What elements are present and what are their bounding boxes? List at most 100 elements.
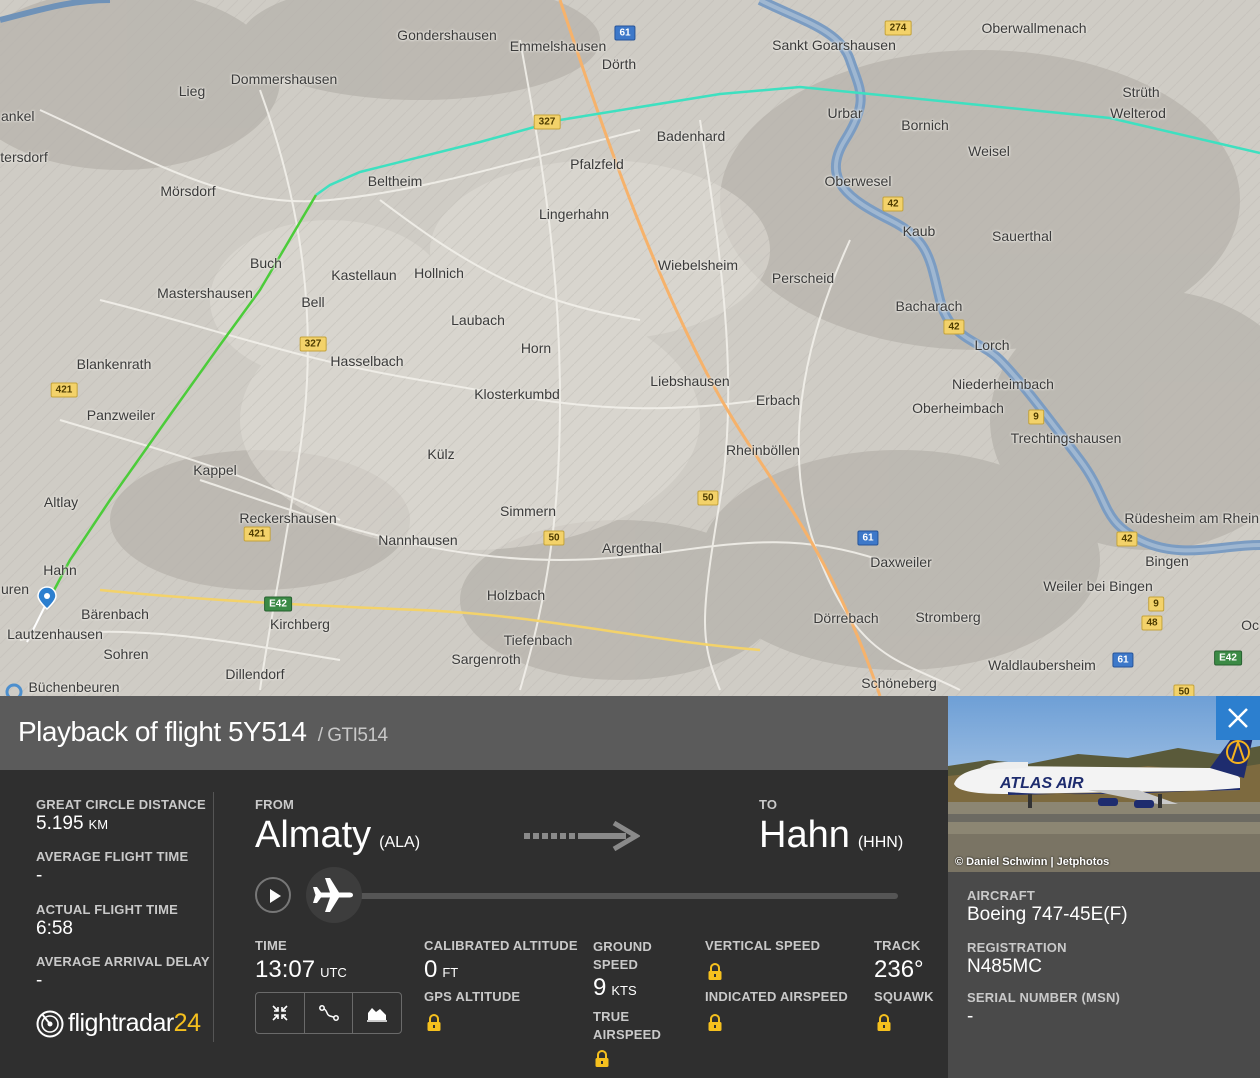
plane-icon	[313, 878, 353, 912]
town-label: Bell	[301, 294, 325, 310]
road-shield: 42	[882, 196, 904, 212]
from-label: FROM	[255, 797, 295, 812]
town-label: Mörsdorf	[160, 183, 216, 199]
town-label: Emmelshausen	[509, 38, 607, 54]
town-label: Tiefenbach	[503, 632, 573, 648]
graph-view-button[interactable]	[353, 993, 401, 1033]
aircraft-photo-image: ATLAS AIR	[948, 696, 1260, 872]
town-label: Laubach	[451, 312, 505, 328]
flight-title: Playback of flight 5Y514 / GTI514	[18, 716, 388, 748]
town-label: Blankenrath	[76, 356, 152, 372]
playback-timeline[interactable]	[330, 893, 898, 899]
town-label: Dörrebach	[813, 610, 879, 626]
town-label: Oberheimbach	[912, 400, 1004, 416]
close-button[interactable]	[1216, 696, 1260, 740]
average-flight-time-label: AVERAGE FLIGHT TIME	[36, 849, 189, 864]
town-label: Dörth	[601, 56, 637, 72]
town-label: Stromberg	[915, 609, 981, 625]
town-label: Simmern	[499, 503, 557, 519]
destination-airport[interactable]: Hahn (HHN)	[759, 814, 903, 857]
playback-scrubber[interactable]	[306, 867, 362, 923]
road-shield: 274	[884, 20, 912, 36]
town-label: Beltheim	[367, 173, 423, 189]
aircraft-type-label: AIRCRAFT	[967, 888, 1036, 903]
town-label: Lingerhahn	[538, 206, 610, 222]
serial-number-value: -	[967, 1006, 974, 1027]
flightradar24-logo[interactable]: flightradar24	[36, 1009, 201, 1038]
lock-icon[interactable]	[594, 1050, 610, 1068]
collapse-arrows-icon	[272, 1005, 288, 1021]
town-label: Panzweiler	[86, 407, 156, 423]
town-label: Horn	[520, 340, 552, 356]
route-view-button[interactable]	[305, 993, 354, 1033]
radar-icon	[36, 1010, 64, 1037]
town-label: Rheinböllen	[726, 442, 800, 458]
town-label: Pfalzfeld	[570, 156, 624, 172]
flight-title-main: Playback of flight 5Y514	[18, 716, 307, 747]
town-label: Liebshausen	[650, 373, 730, 389]
lock-icon[interactable]	[707, 963, 723, 981]
road-shield: E42	[264, 596, 292, 612]
registration-label: REGISTRATION	[967, 940, 1067, 955]
aircraft-photo[interactable]: ATLAS AIR © Daniel Schwinn | Jetphotos	[948, 696, 1260, 872]
town-label: Lorch	[974, 337, 1010, 353]
road-shield: 42	[943, 319, 965, 335]
collapse-view-button[interactable]	[256, 993, 305, 1033]
town-label: Holzbach	[486, 587, 546, 603]
town-label: Dillendorf	[225, 666, 285, 682]
town-label: Erbach	[755, 392, 801, 408]
route-path-icon	[318, 1005, 339, 1021]
town-label: Hollnich	[414, 265, 464, 281]
time-value: 13:07 UTC	[255, 956, 347, 983]
town-label: uren	[1, 581, 30, 597]
town-label: Bärenbach	[81, 606, 149, 622]
road-shield: E42	[1214, 650, 1242, 666]
lock-icon[interactable]	[876, 1014, 892, 1032]
squawk-label: SQUAWK	[874, 989, 934, 1004]
vertical-speed-label: VERTICAL SPEED	[705, 938, 821, 953]
average-arrival-delay-value: -	[36, 970, 43, 991]
area-chart-icon	[367, 1008, 388, 1022]
town-label: Klosterkumbd	[474, 386, 560, 402]
actual-flight-time-label: ACTUAL FLIGHT TIME	[36, 902, 179, 917]
ground-speed-value: 9 KTS	[593, 974, 637, 1001]
town-label: Buch	[250, 255, 282, 271]
town-label: Dommershausen	[230, 71, 338, 87]
town-label: Bacharach	[895, 298, 963, 314]
town-label: Daxweiler	[870, 554, 932, 570]
average-flight-time-value: -	[36, 865, 43, 886]
town-label: Sohren	[103, 646, 149, 662]
road-shield: 9	[1148, 596, 1164, 612]
view-toggle-group	[255, 992, 402, 1034]
lock-icon[interactable]	[707, 1014, 723, 1032]
town-label: Lieg	[178, 83, 206, 99]
lock-icon[interactable]	[426, 1014, 442, 1032]
play-button[interactable]	[255, 877, 291, 913]
road-shield: 61	[857, 530, 879, 546]
livery-text: ATLAS AIR	[999, 775, 1084, 792]
town-label: Oberwesel	[824, 173, 892, 189]
town-label: Weiler bei Bingen	[1043, 578, 1153, 594]
town-label: Lautzenhausen	[7, 626, 103, 642]
town-label: Hahn	[43, 562, 77, 578]
flight-playback-screen: Gondershausen Emmelshausen Dörth Sankt Goar…	[0, 0, 1260, 1078]
town-label: Badenhard	[656, 128, 726, 144]
town-label: Oberwallmenach	[981, 20, 1087, 36]
road-shield: 421	[243, 526, 271, 542]
town-label: Kappel	[193, 462, 237, 478]
town-label: Kastellaun	[331, 267, 397, 283]
road-shield: 327	[299, 336, 327, 352]
registration-value[interactable]: N485MC	[967, 956, 1042, 978]
town-label: Perscheid	[771, 270, 835, 286]
aircraft-panel: ATLAS AIR © Daniel Schwinn | Jetphotos A…	[948, 696, 1260, 1078]
track-label: TRACK	[874, 938, 921, 953]
logo-wordmark: flightradar24	[68, 1009, 201, 1037]
origin-airport[interactable]: Almaty (ALA)	[255, 814, 420, 857]
town-label: Sankt Goarshausen	[772, 37, 896, 53]
map[interactable]: Gondershausen Emmelshausen Dörth Sankt Goar…	[0, 0, 1260, 696]
photo-credit[interactable]: © Daniel Schwinn | Jetphotos	[955, 856, 1109, 868]
town-label: Büchenbeuren	[28, 679, 120, 695]
route-arrow-icon	[524, 820, 640, 852]
panel-header: Playback of flight 5Y514 / GTI514	[0, 696, 948, 770]
town-label: Waldlaubersheim	[988, 657, 1096, 673]
